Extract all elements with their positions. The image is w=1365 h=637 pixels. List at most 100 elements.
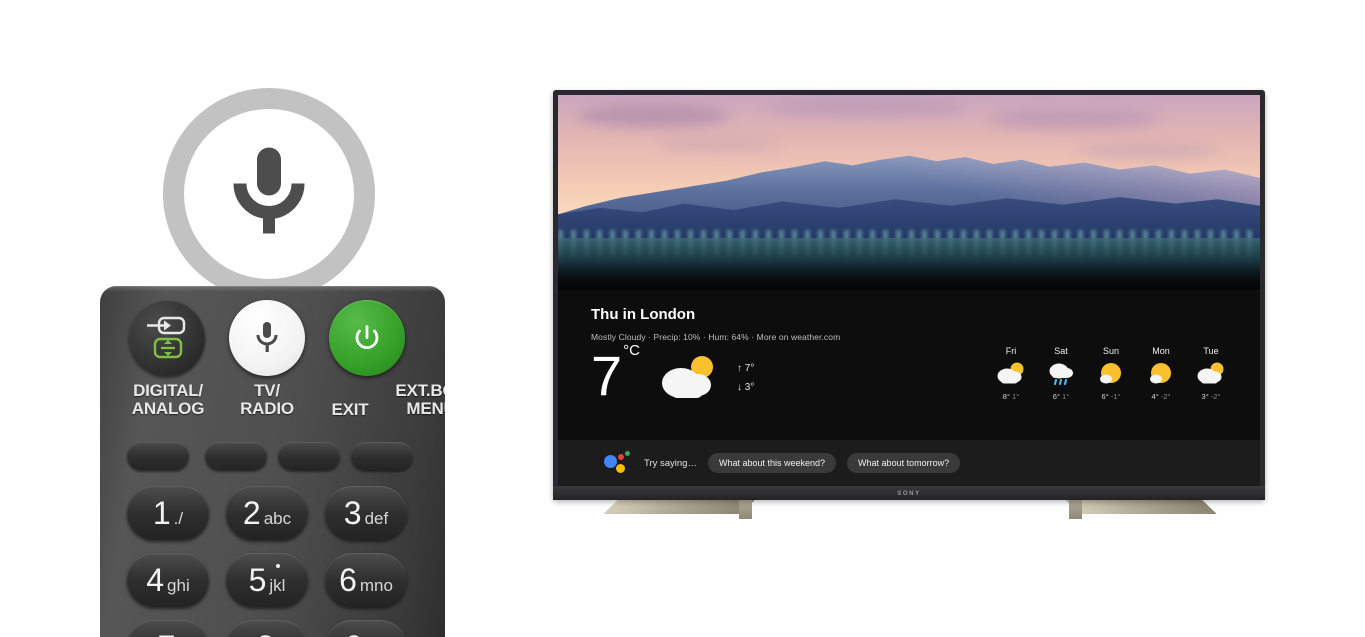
key-9[interactable]: 9 wx [325, 620, 407, 637]
weather-condition-summary[interactable]: Mostly Cloudy · Precip: 10% · Hum: 64% ·… [591, 332, 840, 342]
remote-button-labels: DIGITAL/ ANALOG TV/ RADIO EXIT EXT.BOX M… [100, 382, 445, 438]
key-3[interactable]: 3 def [325, 486, 407, 540]
label-line-1: DIGITAL/ [133, 381, 203, 400]
forecast-day-name: Sun [1102, 346, 1119, 356]
forecast-low: -2° [1210, 392, 1221, 401]
forecast-low: 1° [1062, 392, 1070, 401]
key-number: 1 [152, 495, 171, 531]
low-temp: ↓ 3° [737, 382, 755, 393]
key-letters: ./ [173, 508, 184, 528]
label-line-2: RADIO [240, 399, 294, 418]
key-1[interactable]: 1 ./ [127, 486, 209, 540]
key-8[interactable]: 8 [226, 620, 308, 637]
forecast-high: 8° [1002, 392, 1010, 401]
partly-cloudy-icon [1196, 361, 1226, 387]
key-5[interactable]: 5 jkl [226, 553, 308, 607]
forecast-high: 4° [1151, 392, 1159, 401]
assistant-dot-blue [604, 455, 617, 468]
forecast-high: 3° [1201, 392, 1209, 401]
forecast-low: -1° [1110, 392, 1121, 401]
tv-radio-button[interactable] [205, 442, 267, 470]
google-assistant-icon[interactable] [604, 451, 630, 475]
forecast-day[interactable]: Tue 3° -2° [1186, 346, 1236, 401]
remote-control-assembly: DIGITAL/ ANALOG TV/ RADIO EXIT EXT.BOX M… [0, 0, 470, 637]
label-digital-analog: DIGITAL/ ANALOG [120, 382, 216, 418]
remote-body: DIGITAL/ ANALOG TV/ RADIO EXIT EXT.BOX M… [100, 286, 445, 637]
exit-button[interactable] [278, 442, 340, 470]
partly-cloudy-icon [659, 352, 721, 400]
key-number: 9 [345, 631, 363, 637]
current-conditions: 7 °C ↑ 7° ↓ 3° [591, 342, 754, 407]
tv-screen: Thu in London Mostly Cloudy · Precip: 10… [558, 95, 1260, 486]
forecast-day[interactable]: Sat 6° 1° [1036, 346, 1086, 401]
forecast-day[interactable]: Fri 8° 1° [986, 346, 1036, 401]
forecast-day-name: Fri [1005, 346, 1017, 356]
tv-bottom-bezel: SONY [553, 486, 1265, 500]
microphone-icon [226, 144, 312, 245]
label-line-2: MENU [406, 399, 445, 418]
assistant-suggestion-bar: Try saying… What about this weekend? Wha… [558, 440, 1260, 486]
voice-microphone-button[interactable] [229, 300, 305, 376]
assistant-dot-red [618, 454, 624, 460]
power-button[interactable] [329, 300, 405, 376]
key-number: 7 [158, 631, 176, 637]
key-number: 8 [257, 631, 275, 637]
keypad-row: 4 ghi 5 jkl 6 mno [100, 553, 445, 620]
input-select-button[interactable] [129, 300, 205, 376]
forecast-day-name: Tue [1203, 346, 1219, 356]
current-temperature: 7 [591, 344, 623, 407]
microphone-icon [256, 322, 278, 352]
key-number: 4 [146, 562, 165, 598]
key-letters: mno [359, 575, 393, 595]
tactile-dot [276, 564, 280, 568]
forecast-low: -2° [1160, 392, 1171, 401]
ext-box-menu-button[interactable] [351, 442, 413, 470]
mountain-wallpaper [558, 95, 1260, 290]
forecast-high: 6° [1052, 392, 1060, 401]
sunny-icon [1096, 361, 1126, 387]
high-temp: ↑ 7° [737, 363, 755, 374]
keypad-row: 7 8 9 wx [100, 620, 445, 637]
digital-analog-button[interactable] [127, 442, 189, 470]
key-4[interactable]: 4 ghi [127, 553, 209, 607]
assistant-dot-yellow [616, 464, 625, 473]
key-6[interactable]: 6 mno [325, 553, 407, 607]
tv-bezel: Thu in London Mostly Cloudy · Precip: 10… [553, 90, 1265, 500]
label-line-1: TV/ [254, 381, 280, 400]
key-number: 5 [248, 562, 267, 598]
key-number: 6 [339, 562, 357, 598]
television-assembly: Thu in London Mostly Cloudy · Precip: 10… [553, 90, 1268, 555]
tv-stand-leg-right [1064, 499, 1217, 514]
tv-stand-leg-left [603, 499, 756, 514]
remote-top-highlight [100, 286, 445, 292]
key-7[interactable]: 7 [127, 620, 209, 637]
forecast-day[interactable]: Sun 6° -1° [1086, 346, 1136, 401]
remote-top-button-row [100, 300, 445, 384]
forecast-temps: 3° -2° [1186, 392, 1236, 401]
key-number: 3 [343, 495, 362, 531]
partly-cloudy-icon [996, 361, 1026, 387]
forecast-day[interactable]: Mon 4° -2° [1136, 346, 1186, 401]
label-ext-box-menu: EXT.BOX MENU [376, 382, 445, 418]
temperature-unit: °C [623, 341, 640, 359]
five-day-forecast: Fri 8° 1° Sat 6° 1° Sun 6° -1° Mon 4° -2… [986, 346, 1236, 401]
antenna-icon [153, 337, 183, 359]
microphone-callout-badge [163, 88, 375, 320]
high-low-temps: ↑ 7° ↓ 3° [737, 359, 754, 397]
input-source-icon [147, 316, 186, 335]
forecast-temps: 4° -2° [1136, 392, 1186, 401]
suggestion-chip-tomorrow[interactable]: What about tomorrow? [847, 453, 961, 473]
sony-brand-logo: SONY [897, 491, 921, 497]
assistant-dot-green [625, 451, 630, 456]
key-2[interactable]: 2 abc [226, 486, 308, 540]
forecast-temps: 6° -1° [1086, 392, 1136, 401]
wallpaper-fade [558, 260, 1260, 290]
keypad-row: 1 ./ 2 abc 3 def [100, 486, 445, 553]
sunny-icon [1146, 361, 1176, 387]
try-saying-label: Try saying… [644, 457, 697, 469]
suggestion-chip-weekend[interactable]: What about this weekend? [707, 453, 837, 473]
forecast-high: 6° [1101, 392, 1109, 401]
key-letters: jkl [269, 575, 286, 595]
forecast-temps: 6° 1° [1036, 392, 1086, 401]
forecast-day-name: Sat [1054, 346, 1068, 356]
